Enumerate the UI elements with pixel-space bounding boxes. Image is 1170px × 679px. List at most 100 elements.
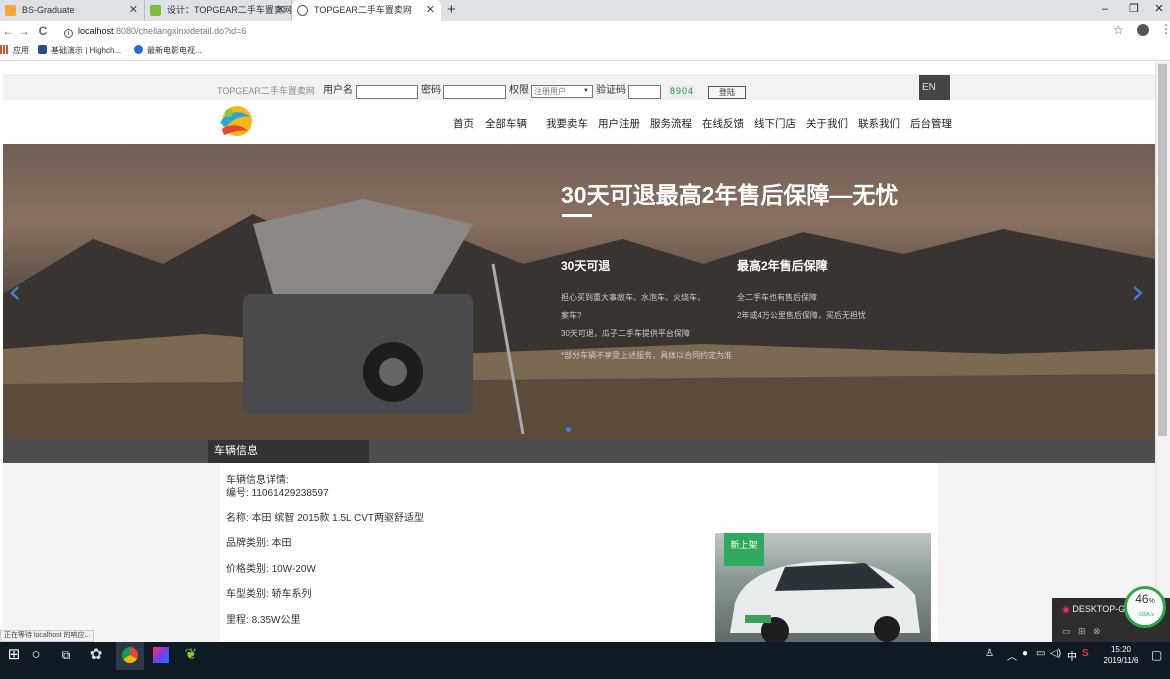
nav-sell-car[interactable]: 我要卖车: [546, 116, 588, 131]
login-button[interactable]: 登陆: [708, 86, 746, 99]
close-icon[interactable]: ✕: [276, 0, 285, 21]
browser-tab-topgear[interactable]: TOPGEAR二手车置卖网 ✕: [292, 0, 441, 21]
scrollbar-thumb[interactable]: [1158, 64, 1167, 436]
url-host: localhost: [78, 26, 114, 36]
nav-admin[interactable]: 后台管理: [910, 116, 952, 131]
clock[interactable]: 15:20 2019/11/6: [1100, 644, 1142, 666]
reload-icon[interactable]: C: [35, 21, 51, 41]
info-icon[interactable]: i: [64, 29, 73, 38]
hero-right-line: 全二手车也有售后保障: [737, 293, 817, 302]
nav-stores[interactable]: 线下门店: [754, 116, 796, 131]
ime-indicator[interactable]: 中: [1067, 648, 1077, 663]
field-value: 轿车系列: [271, 589, 312, 600]
back-icon[interactable]: ←: [0, 21, 16, 41]
bookmark-highcharts[interactable]: 基础演示 | Highch...: [38, 41, 121, 61]
search-icon[interactable]: ○: [22, 642, 50, 670]
chevron-up-icon[interactable]: ︿: [1007, 648, 1017, 663]
taskbar: [0, 642, 1170, 679]
window-close-button[interactable]: ✕: [1146, 0, 1170, 18]
field-value: 10W-20W: [271, 564, 316, 575]
field-label: 名称:: [226, 513, 249, 524]
task-view-icon[interactable]: ⧉: [52, 642, 80, 670]
detail-row-name: 名称: 本田 缤智 2015款 1.5L CVT两驱舒适型: [226, 509, 424, 524]
gauge-speed: ↑168K/s: [1135, 612, 1155, 618]
field-label: 车型类别:: [226, 589, 269, 600]
forward-icon[interactable]: →: [16, 21, 32, 41]
leaf-app-icon[interactable]: ❦: [177, 642, 205, 670]
bookmark-label: 最新电影电视...: [147, 46, 202, 55]
field-label: 价格类别:: [226, 564, 269, 575]
field-label: 品牌类别:: [226, 538, 269, 549]
chevron-down-icon: ▼: [583, 88, 589, 94]
username-input[interactable]: [356, 85, 418, 99]
password-input[interactable]: [443, 85, 506, 99]
person-icon[interactable]: ♙: [985, 648, 994, 659]
field-label: 编号:: [226, 488, 249, 499]
role-select[interactable]: 注册用户 ▼: [531, 85, 593, 98]
network-icon[interactable]: ▭: [1036, 648, 1045, 659]
bookmark-apps[interactable]: 应用: [0, 41, 29, 61]
hero-left-line: 担心买到重大事故车、水泡车、火烧车，: [561, 293, 705, 302]
close-icon[interactable]: ✕: [129, 0, 138, 21]
star-icon[interactable]: ☆: [1113, 23, 1124, 37]
restore-button[interactable]: ❐: [1121, 0, 1147, 18]
menu-icon[interactable]: ⋮: [1160, 22, 1170, 36]
bookmark-movies[interactable]: 最新电影电视...: [134, 41, 202, 61]
username-label: 用户名: [323, 85, 353, 96]
volume-icon[interactable]: ◁): [1050, 648, 1061, 659]
hero-right-heading: 最高2年售后保障: [737, 259, 828, 273]
captcha-image[interactable]: 8904: [668, 85, 697, 98]
nav-service-process[interactable]: 服务流程: [650, 116, 692, 131]
settings-app-icon[interactable]: ✿: [82, 642, 110, 670]
action-center-icon[interactable]: ▢: [1151, 648, 1162, 662]
field-value: 本田 缤智 2015款 1.5L CVT两驱舒适型: [251, 513, 425, 524]
close-icon[interactable]: ✕: [426, 0, 435, 21]
site-logo[interactable]: [216, 103, 254, 137]
performance-gauge[interactable]: 46% ↑168K/s: [1124, 586, 1166, 628]
carousel-indicator[interactable]: [566, 427, 571, 432]
status-bar: 正在等待 localhost 的响应...: [0, 630, 95, 642]
hero-left-line: 30天可退，瓜子二手车提供平台保障: [561, 329, 690, 338]
nav-feedback[interactable]: 在线反馈: [702, 116, 744, 131]
hero-prev-arrow-icon[interactable]: ‹: [8, 272, 22, 312]
minimize-button[interactable]: –: [1092, 0, 1118, 18]
nav-home[interactable]: 首页: [453, 116, 474, 131]
new-tab-button[interactable]: +: [447, 0, 456, 20]
field-value: 11061429238597: [251, 488, 329, 499]
url-field[interactable]: i localhost:8080/chellangxinxidetail.do?i…: [64, 21, 246, 41]
nav-register[interactable]: 用户注册: [598, 116, 640, 131]
section-tab-strip: [3, 440, 1155, 463]
tab-title: BS-Graduate: [22, 5, 75, 15]
widget-text: DESKTOP-G: [1072, 604, 1126, 614]
widget-icon: ◉: [1062, 604, 1070, 614]
captcha-input[interactable]: [628, 85, 661, 99]
nav-contact[interactable]: 联系我们: [858, 116, 900, 131]
detail-row-brand: 品牌类别: 本田: [226, 534, 292, 549]
left-gutter: [3, 463, 220, 642]
field-label: 里程:: [226, 615, 249, 626]
captcha-label: 验证码: [596, 85, 626, 96]
language-button[interactable]: EN: [919, 75, 950, 100]
globe-favicon: [297, 5, 308, 16]
new-listing-badge: 新上架: [724, 533, 764, 566]
apps-grid-icon: [0, 45, 9, 54]
browser-tab-bs-graduate[interactable]: BS-Graduate ✕: [0, 0, 145, 21]
role-select-value: 注册用户: [534, 87, 566, 96]
widget-toolbar-icons[interactable]: ▭ ⊞ ⊗: [1062, 626, 1101, 637]
field-value: 本田: [271, 538, 292, 549]
sogou-icon[interactable]: S: [1082, 648, 1089, 659]
profile-icon[interactable]: [1137, 24, 1149, 36]
chrome-app-icon[interactable]: [116, 642, 144, 670]
notification-icon[interactable]: ●: [1022, 648, 1028, 659]
clock-time: 15:20: [1110, 645, 1132, 654]
nav-all-vehicles[interactable]: 全部车辆: [485, 116, 527, 131]
nav-about[interactable]: 关于我们: [806, 116, 848, 131]
leaf-favicon: [150, 5, 161, 16]
tab-vehicle-info[interactable]: 车辆信息: [208, 440, 369, 463]
bs-graduate-favicon: [5, 5, 16, 16]
intellij-app-icon[interactable]: [147, 642, 175, 670]
browser-tab-design[interactable]: 设计：TOPGEAR二手车置卖网 ✕: [145, 0, 292, 21]
field-value: 8.35W公里: [251, 615, 301, 626]
widget-label: ◉ DESKTOP-G: [1062, 604, 1125, 615]
hero-next-arrow-icon[interactable]: ›: [1131, 272, 1145, 312]
